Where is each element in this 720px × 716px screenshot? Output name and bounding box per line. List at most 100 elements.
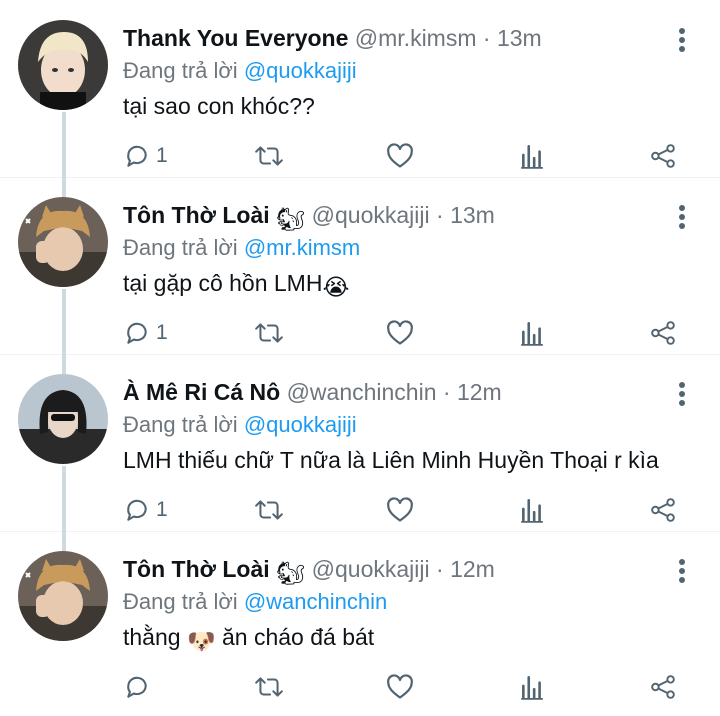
like-button[interactable] — [386, 669, 414, 705]
action-bar: 1 — [0, 138, 720, 174]
separator-dot: · — [436, 556, 444, 582]
mention-link[interactable]: @quokkajiji — [244, 58, 357, 83]
tweet[interactable]: Tôn Thờ Loài 🐿 @quokkajiji · 12m Đang tr… — [0, 531, 720, 708]
share-icon — [651, 321, 675, 345]
reply-icon — [127, 322, 147, 344]
display-name[interactable]: À Mê Ri Cá Nô — [123, 379, 280, 405]
tweet-header: Tôn Thờ Loài 🐿 @quokkajiji · 12m — [123, 553, 495, 589]
thread-line — [62, 531, 66, 551]
analytics-button[interactable] — [520, 492, 544, 528]
reply-count: 1 — [156, 144, 168, 167]
retweet-button[interactable] — [254, 138, 284, 174]
retweet-button[interactable] — [254, 669, 284, 705]
tweet-text-content: tại sao con khóc?? — [123, 93, 315, 119]
tweet-text-content: tại gặp cô hồn LMH — [123, 270, 323, 296]
analytics-button[interactable] — [520, 669, 544, 705]
crying-emoji: 😭 — [322, 274, 350, 300]
thread-line — [62, 177, 66, 197]
mention-link[interactable]: @wanchinchin — [244, 589, 387, 614]
tweet[interactable]: Thank You Everyone @mr.kimsm · 13m Đang … — [0, 0, 720, 177]
timestamp[interactable]: 12m — [457, 379, 502, 405]
analytics-button[interactable] — [520, 138, 544, 174]
reply-icon — [127, 676, 147, 698]
thread-line — [62, 354, 66, 374]
more-icon[interactable] — [672, 380, 692, 408]
action-bar — [0, 669, 720, 705]
like-icon — [387, 497, 413, 522]
replying-to: Đang trả lời @wanchinchin — [123, 587, 387, 617]
tweet-text-content: LMH thiếu chữ T nữa là Liên Minh Huyền T… — [123, 447, 659, 473]
analytics-button[interactable] — [520, 315, 544, 351]
squirrel-emoji: 🐿 — [276, 206, 306, 232]
mention-link[interactable]: @mr.kimsm — [244, 235, 360, 260]
tweet-text: tại sao con khóc?? — [123, 89, 315, 123]
user-handle[interactable]: @quokkajiji — [312, 202, 430, 228]
share-icon — [651, 675, 675, 699]
share-button[interactable] — [650, 669, 676, 705]
avatar[interactable] — [18, 374, 108, 464]
avatar[interactable] — [18, 551, 108, 641]
user-handle[interactable]: @quokkajiji — [312, 556, 430, 582]
timestamp[interactable]: 13m — [450, 202, 495, 228]
like-button[interactable] — [386, 492, 414, 528]
tweet[interactable]: À Mê Ri Cá Nô @wanchinchin · 12m Đang tr… — [0, 354, 720, 531]
analytics-icon — [521, 498, 543, 523]
tweet-text: thằng 🐶 ăn cháo đá bát — [123, 620, 374, 658]
avatar[interactable] — [18, 20, 108, 110]
tweet-header: Tôn Thờ Loài 🐿 @quokkajiji · 13m — [123, 199, 495, 235]
reply-button[interactable] — [124, 669, 156, 705]
reply-button[interactable]: 1 — [124, 138, 168, 174]
reply-button[interactable]: 1 — [124, 315, 168, 351]
display-name[interactable]: Tôn Thờ Loài — [123, 556, 270, 582]
retweet-icon — [255, 146, 283, 166]
analytics-icon — [521, 675, 543, 700]
reply-count: 1 — [156, 321, 168, 344]
separator-dot: · — [482, 25, 491, 51]
reply-button[interactable]: 1 — [124, 492, 168, 528]
dog-emoji: 🐶 — [186, 628, 216, 654]
avatar-image — [18, 374, 108, 464]
display-name[interactable]: Thank You Everyone — [123, 25, 348, 51]
like-button[interactable] — [386, 138, 414, 174]
tweet-text-content: thằng — [123, 624, 187, 650]
user-handle[interactable]: @wanchinchin — [287, 379, 437, 405]
tweet-text: tại gặp cô hồn LMH😭 — [123, 266, 349, 304]
more-icon[interactable] — [672, 557, 692, 585]
tweet-text-content-after: ăn cháo đá bát — [215, 624, 375, 650]
more-icon[interactable] — [672, 26, 692, 54]
more-icon[interactable] — [672, 203, 692, 231]
like-icon — [387, 674, 413, 699]
replying-to: Đang trả lời @mr.kimsm — [123, 233, 360, 263]
retweet-icon — [255, 323, 283, 343]
reply-icon — [127, 499, 147, 521]
share-button[interactable] — [650, 315, 676, 351]
analytics-icon — [521, 321, 543, 346]
replying-to-label: Đang trả lời — [123, 589, 238, 614]
action-bar: 1 — [0, 492, 720, 528]
avatar-image — [18, 197, 108, 287]
like-icon — [387, 320, 413, 345]
separator-dot: · — [436, 202, 444, 228]
retweet-button[interactable] — [254, 315, 284, 351]
replying-to: Đang trả lời @quokkajiji — [123, 410, 357, 440]
timestamp[interactable]: 12m — [450, 556, 495, 582]
avatar[interactable] — [18, 197, 108, 287]
share-button[interactable] — [650, 138, 676, 174]
replying-to-label: Đang trả lời — [123, 235, 238, 260]
like-icon — [387, 143, 413, 168]
tweet[interactable]: Tôn Thờ Loài 🐿 @quokkajiji · 13m Đang tr… — [0, 177, 720, 354]
user-handle[interactable]: @mr.kimsm — [355, 25, 477, 51]
timestamp[interactable]: 13m — [497, 25, 542, 51]
mention-link[interactable]: @quokkajiji — [244, 412, 357, 437]
tweet-text: LMH thiếu chữ T nữa là Liên Minh Huyền T… — [123, 443, 659, 477]
like-button[interactable] — [386, 315, 414, 351]
separator-dot: · — [442, 379, 451, 405]
display-name[interactable]: Tôn Thờ Loài — [123, 202, 270, 228]
avatar-image — [18, 551, 108, 641]
share-button[interactable] — [650, 492, 676, 528]
reply-icon — [127, 145, 147, 167]
reply-count: 1 — [156, 498, 168, 521]
retweet-button[interactable] — [254, 492, 284, 528]
action-bar: 1 — [0, 315, 720, 351]
tweet-header: Thank You Everyone @mr.kimsm · 13m — [123, 22, 542, 54]
